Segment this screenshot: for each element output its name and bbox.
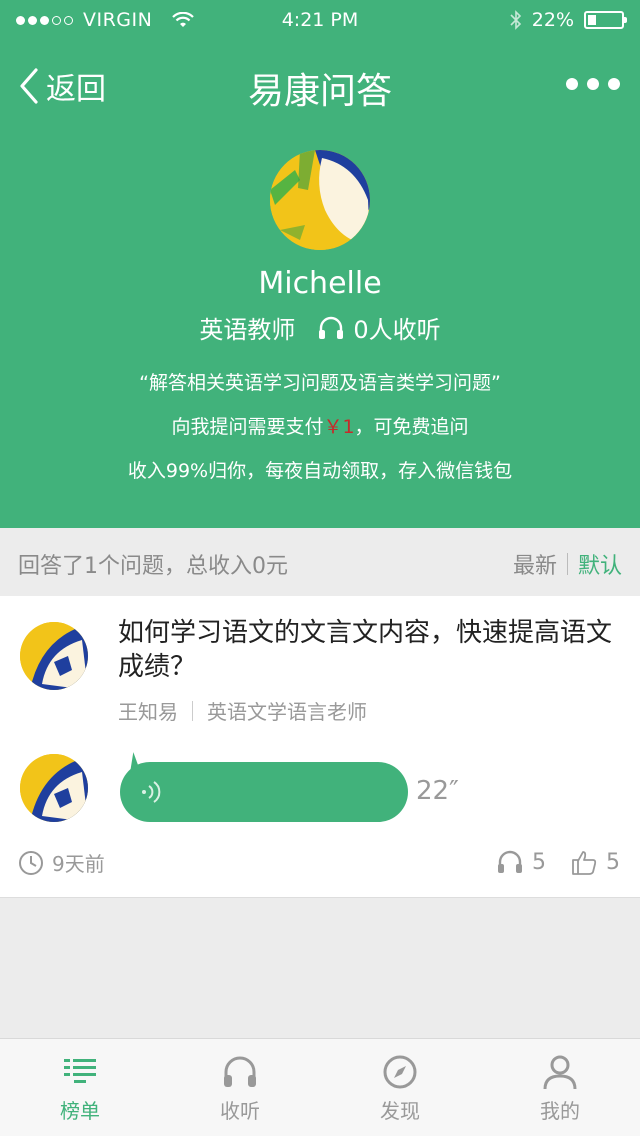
listen-count: 5 — [496, 848, 546, 876]
tab-label: 收听 — [220, 1099, 260, 1123]
list-icon — [64, 1059, 96, 1083]
answers-summary: 回答了1个问题，总收入0元 — [18, 554, 288, 579]
divider — [192, 700, 193, 721]
status-bar: VIRGIN 4:21 PM 22% — [0, 0, 640, 40]
profile-avatar[interactable] — [270, 150, 370, 250]
battery-icon — [584, 11, 627, 29]
sound-wave-icon — [142, 781, 161, 803]
profile-header: VIRGIN 4:21 PM 22% 返回 易康问答 Michelle 英语教师… — [0, 0, 640, 528]
profile-name: Michelle — [258, 266, 382, 301]
sort-options: 最新 默认 — [513, 548, 622, 580]
tab-mine[interactable]: 我的 — [480, 1039, 640, 1136]
more-icon — [566, 78, 578, 90]
divider — [566, 553, 568, 575]
like-button[interactable]: 5 — [570, 848, 620, 876]
answers-summary-bar: 回答了1个问题，总收入0元 最新 默认 — [0, 528, 640, 596]
voice-answer-button[interactable] — [120, 762, 408, 822]
headphones-icon — [224, 1056, 256, 1087]
tab-label: 发现 — [380, 1099, 420, 1123]
answerer-avatar[interactable] — [20, 754, 88, 822]
asker-avatar[interactable] — [20, 622, 88, 690]
tab-discover[interactable]: 发现 — [320, 1039, 480, 1136]
asker-name: 王知易 — [118, 700, 178, 724]
headphones-icon — [319, 316, 344, 339]
more-menu-button[interactable] — [566, 78, 620, 90]
sort-latest-button[interactable]: 最新 — [513, 548, 557, 580]
tab-label: 我的 — [540, 1099, 580, 1123]
bluetooth-icon — [510, 10, 521, 30]
page-title: 易康问答 — [247, 71, 392, 112]
asker-title: 英语文学语言老师 — [207, 700, 367, 724]
tab-ranking[interactable]: 榜单 — [0, 1039, 160, 1136]
tab-label: 榜单 — [60, 1099, 100, 1123]
question-card[interactable]: 如何学习语文的文言文内容，快速提高语文成绩？ 王知易 英语文学语言老师 22″ … — [0, 596, 640, 898]
profile-subline: 英语教师 0人收听 — [0, 310, 640, 345]
battery-percent: 22% — [531, 9, 574, 31]
tab-listen[interactable]: 收听 — [160, 1039, 320, 1136]
question-text[interactable]: 如何学习语文的文言文内容，快速提高语文成绩？ — [118, 616, 628, 684]
user-icon — [543, 1055, 577, 1090]
listener-count: 0人收听 — [353, 316, 441, 344]
price-info: 向我提问需要支付￥1，可免费追问 — [171, 416, 469, 438]
voice-duration: 22″ — [416, 776, 459, 806]
headphones-icon — [498, 850, 522, 873]
question-stats: 5 5 — [496, 848, 620, 876]
income-info: 收入99%归你，每夜自动领取，存入微信钱包 — [127, 460, 513, 482]
asker-meta: 王知易 英语文学语言老师 — [118, 696, 367, 725]
compass-icon — [383, 1055, 417, 1089]
clock-icon — [19, 850, 43, 875]
thumbs-up-icon — [572, 851, 597, 875]
nav-bar: 返回 易康问答 — [0, 58, 640, 114]
profile-motto: “解答相关英语学习问题及语言类学习问题” — [139, 372, 501, 394]
time-ago: 9天前 — [18, 848, 105, 877]
sort-default-button[interactable]: 默认 — [578, 548, 622, 580]
profile-role: 英语教师 — [199, 316, 296, 344]
tab-bar: 榜单 收听 发现 我的 — [0, 1038, 640, 1136]
ask-price: ￥1 — [323, 416, 355, 438]
